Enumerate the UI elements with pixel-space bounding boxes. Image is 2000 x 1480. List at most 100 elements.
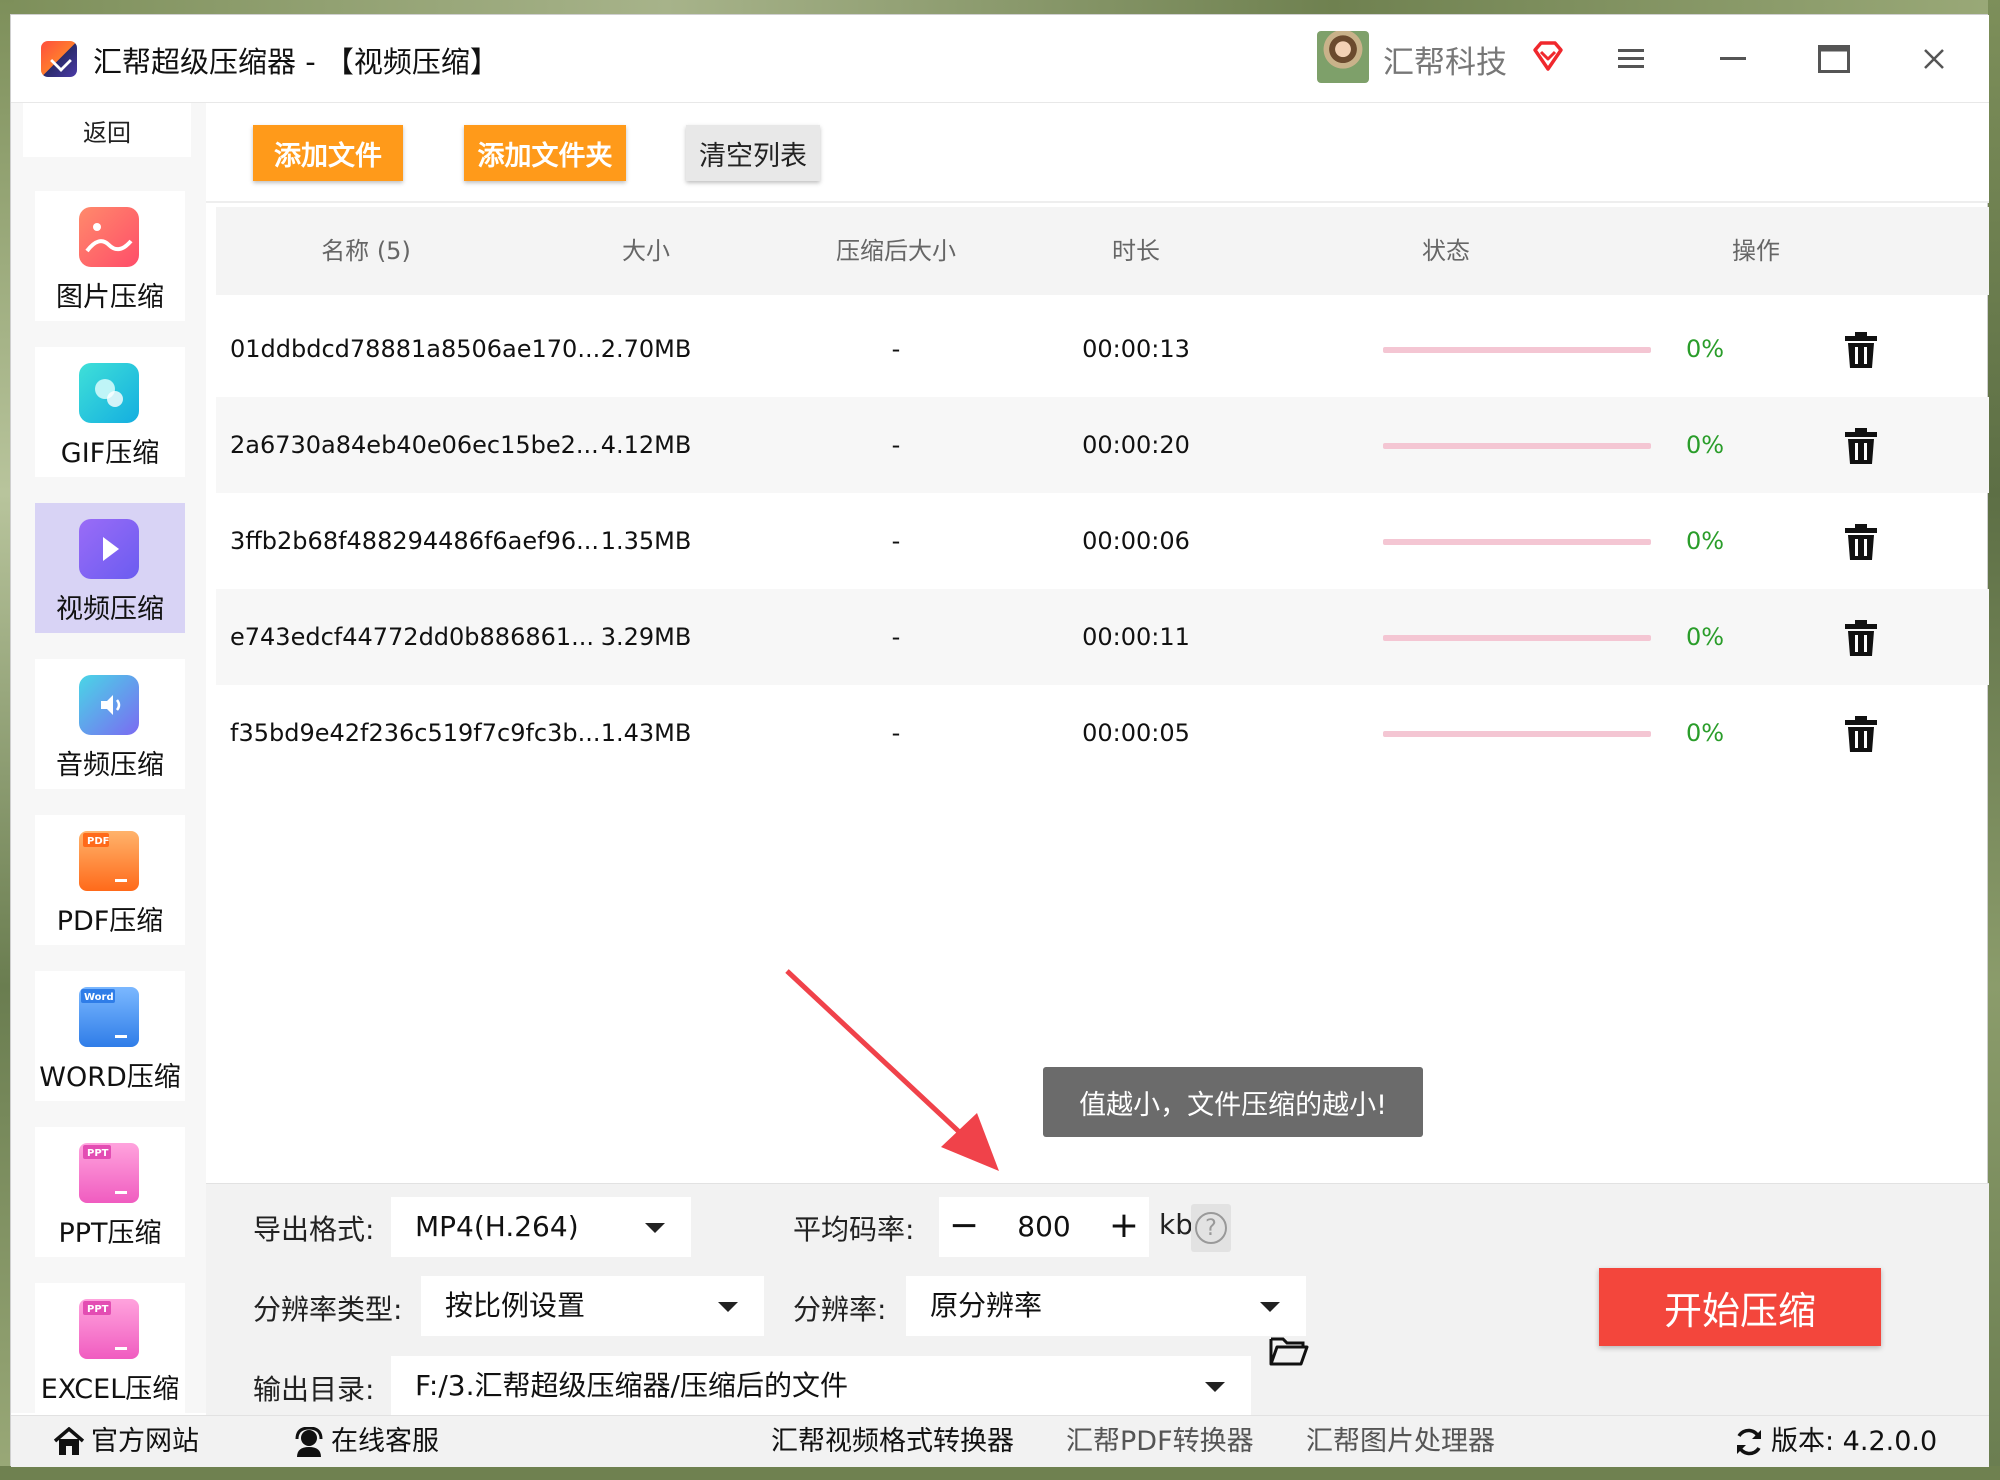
file-size: 4.12MB [600, 431, 692, 459]
trash-icon[interactable] [1844, 523, 1878, 561]
file-duration: 00:00:13 [1082, 335, 1190, 363]
image-processor-link[interactable]: 汇帮图片处理器 [1306, 1416, 1495, 1468]
table-row[interactable]: 2a6730a84eb40e06ec15be2... 4.12MB - 00:0… [216, 397, 1989, 493]
resolution-type-select[interactable]: 按比例设置 [421, 1276, 764, 1336]
progress-bar [1383, 539, 1651, 545]
sidebar-item-image-compress[interactable]: 图片压缩 [35, 191, 185, 321]
help-icon[interactable]: ? [1191, 1204, 1231, 1252]
bitrate-minus-button[interactable]: − [939, 1197, 989, 1257]
close-icon[interactable] [1914, 39, 1954, 79]
sidebar-item-ppt-compress[interactable]: PPT PPT压缩 [35, 1127, 185, 1257]
sidebar-item-label: 图片压缩 [56, 282, 164, 313]
bitrate-plus-button[interactable]: + [1099, 1197, 1149, 1257]
minimize-icon[interactable] [1713, 39, 1753, 79]
column-header-duration[interactable]: 时长 [1066, 207, 1206, 295]
svg-text:PPT: PPT [87, 1304, 109, 1315]
export-format-value: MP4(H.264) [415, 1210, 579, 1243]
file-duration: 00:00:11 [1082, 623, 1190, 651]
file-name: f35bd9e42f236c519f7c9fc3b... [230, 719, 601, 747]
resolution-select[interactable]: 原分辨率 [906, 1276, 1306, 1336]
menu-icon[interactable] [1611, 39, 1651, 79]
sidebar-item-pdf-compress[interactable]: PDF PDF压缩 [35, 815, 185, 945]
maximize-icon[interactable] [1814, 39, 1854, 79]
support-agent-icon [295, 1427, 323, 1457]
trash-icon[interactable] [1844, 619, 1878, 657]
chevron-down-icon [1260, 1302, 1280, 1312]
progress-bar [1383, 347, 1651, 353]
status-percent: 0% [1686, 719, 1725, 747]
sidebar-item-excel-compress[interactable]: PPT EXCEL压缩 [35, 1283, 185, 1413]
trash-icon[interactable] [1844, 427, 1878, 465]
sidebar: 返回 图片压缩 GIF压缩 视频压缩 音频压缩 PDF PDF压缩 Word W… [11, 103, 206, 1413]
image-compress-icon [79, 207, 139, 267]
company-name: 汇帮科技 [1383, 45, 1507, 81]
settings-panel: 导出格式: MP4(H.264) 平均码率: − 800 + kb ? 分辨率类… [206, 1183, 1989, 1416]
title-bar: 汇帮超级压缩器 - 【视频压缩】 汇帮科技 [11, 15, 1989, 103]
sidebar-item-label: EXCEL压缩 [40, 1374, 180, 1405]
version-info[interactable]: 版本: 4.2.0.0 [1733, 1416, 1937, 1468]
compressed-size: - [891, 623, 901, 651]
word-compress-icon: Word [79, 987, 139, 1047]
clear-list-button[interactable]: 清空列表 [686, 125, 820, 181]
compressed-size: - [891, 527, 901, 555]
progress-bar [1383, 443, 1651, 449]
file-duration: 00:00:06 [1082, 527, 1190, 555]
sidebar-item-video-compress[interactable]: 视频压缩 [35, 503, 185, 633]
version-label: 版本: 4.2.0.0 [1771, 1426, 1938, 1457]
vip-diamond-icon[interactable] [1531, 39, 1565, 73]
sidebar-item-label: WORD压缩 [39, 1062, 181, 1093]
svg-text:PPT: PPT [87, 1148, 109, 1159]
output-dir-select[interactable]: F:/3.汇帮超级压缩器/压缩后的文件 [391, 1356, 1251, 1416]
compressed-size: - [891, 335, 901, 363]
file-size: 3.29MB [600, 623, 692, 651]
file-size: 2.70MB [600, 335, 692, 363]
file-duration: 00:00:05 [1082, 719, 1190, 747]
compressed-size: - [891, 431, 901, 459]
start-compress-button[interactable]: 开始压缩 [1599, 1268, 1881, 1346]
add-folder-button[interactable]: 添加文件夹 [464, 125, 626, 181]
sidebar-item-gif-compress[interactable]: GIF压缩 [35, 347, 185, 477]
window-title: 汇帮超级压缩器 - 【视频压缩】 [93, 45, 499, 79]
folder-open-icon[interactable] [1269, 1333, 1309, 1367]
table-row[interactable]: 01ddbdcd78881a8506ae170... 2.70MB - 00:0… [216, 301, 1989, 397]
video-converter-link[interactable]: 汇帮视频格式转换器 [771, 1416, 1014, 1468]
status-percent: 0% [1686, 623, 1725, 651]
progress-bar [1383, 635, 1651, 641]
sidebar-item-label: GIF压缩 [60, 438, 160, 469]
annotation-arrow [785, 969, 999, 1171]
trash-icon[interactable] [1844, 331, 1878, 369]
resolution-type-value: 按比例设置 [445, 1289, 586, 1322]
pdf-converter-link[interactable]: 汇帮PDF转换器 [1066, 1416, 1254, 1468]
official-website-label: 官方网站 [91, 1426, 199, 1457]
sidebar-item-label: PDF压缩 [56, 906, 164, 937]
add-file-button[interactable]: 添加文件 [253, 125, 403, 181]
svg-text:PDF: PDF [87, 836, 109, 847]
desktop-background-bottom [0, 1466, 2000, 1480]
desktop-background [0, 0, 2000, 14]
column-header-name[interactable]: 名称 (5) [256, 207, 476, 295]
refresh-icon [1737, 1428, 1761, 1456]
resolution-value: 原分辨率 [930, 1289, 1043, 1322]
table-row[interactable]: 3ffb2b68f488294486f6aef96... 1.35MB - 00… [216, 493, 1989, 589]
compressed-size: - [891, 719, 901, 747]
online-support-link[interactable]: 在线客服 [293, 1416, 439, 1468]
official-website-link[interactable]: 官方网站 [53, 1416, 199, 1468]
footer: 官方网站 在线客服 汇帮视频格式转换器 汇帮PDF转换器 汇帮图片处理器 版本:… [11, 1415, 1989, 1467]
gif-compress-icon [79, 363, 139, 423]
file-name: 3ffb2b68f488294486f6aef96... [230, 527, 600, 555]
column-header-size[interactable]: 大小 [576, 207, 716, 295]
svg-text:Word: Word [84, 992, 114, 1003]
user-avatar[interactable] [1317, 31, 1369, 83]
export-format-select[interactable]: MP4(H.264) [391, 1197, 691, 1257]
column-header-status: 状态 [1422, 237, 1470, 265]
trash-icon[interactable] [1844, 715, 1878, 753]
column-header-compressed-size[interactable]: 压缩后大小 [786, 207, 1006, 295]
bitrate-unit: kb [1159, 1208, 1193, 1241]
back-button[interactable]: 返回 [23, 103, 191, 157]
sidebar-item-word-compress[interactable]: Word WORD压缩 [35, 971, 185, 1101]
table-row[interactable]: f35bd9e42f236c519f7c9fc3b... 1.43MB - 00… [216, 685, 1989, 781]
file-name: e743edcf44772dd0b886861... [230, 623, 595, 651]
table-row[interactable]: e743edcf44772dd0b886861... 3.29MB - 00:0… [216, 589, 1989, 685]
bitrate-input[interactable]: 800 [989, 1197, 1099, 1257]
sidebar-item-audio-compress[interactable]: 音频压缩 [35, 659, 185, 789]
